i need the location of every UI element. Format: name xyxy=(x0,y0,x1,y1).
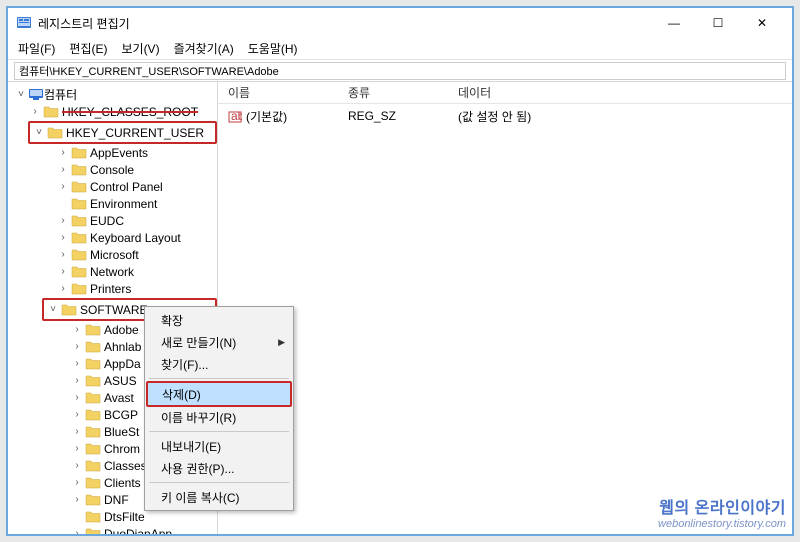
folder-icon xyxy=(71,265,87,278)
folder-icon xyxy=(85,425,101,438)
watermark-title: 웹의 온라인이야기 xyxy=(658,494,786,518)
folder-icon xyxy=(71,197,87,210)
folder-icon xyxy=(85,510,101,523)
context-menu: 확장 새로 만들기(N) 찾기(F)... 삭제(D) 이름 바꾸기(R) 내보… xyxy=(144,306,294,511)
tree-item[interactable]: ›Control Panel xyxy=(14,178,217,195)
svg-text:ab: ab xyxy=(231,110,242,123)
ctx-separator xyxy=(149,431,289,432)
col-name[interactable]: 이름 xyxy=(218,84,338,101)
string-value-icon: ab xyxy=(228,110,242,124)
ctx-delete[interactable]: 삭제(D) xyxy=(148,383,290,405)
folder-icon xyxy=(85,374,101,387)
folder-icon xyxy=(85,459,101,472)
watermark-url: webonlinestory.tistory.com xyxy=(658,518,786,530)
ctx-expand[interactable]: 확장 xyxy=(147,309,291,331)
folder-icon xyxy=(85,493,101,506)
menu-file[interactable]: 파일(F) xyxy=(12,38,61,59)
ctx-separator xyxy=(149,482,289,483)
menu-bar: 파일(F) 편집(E) 보기(V) 즐겨찾기(A) 도움말(H) xyxy=(8,38,792,60)
folder-icon xyxy=(71,214,87,227)
menu-edit[interactable]: 편집(E) xyxy=(63,38,113,59)
list-header: 이름 종류 데이터 xyxy=(218,82,792,104)
menu-help[interactable]: 도움말(H) xyxy=(242,38,304,59)
tree-hkcu[interactable]: ˅HKEY_CURRENT_USER xyxy=(32,124,204,141)
folder-icon xyxy=(85,357,101,370)
ctx-separator xyxy=(149,378,289,379)
ctx-copykey[interactable]: 키 이름 복사(C) xyxy=(147,486,291,508)
folder-icon xyxy=(71,180,87,193)
close-button[interactable]: ✕ xyxy=(740,8,784,38)
tree-item[interactable]: ›EUDC xyxy=(14,212,217,229)
folder-icon xyxy=(71,146,87,159)
highlight-delete: 삭제(D) xyxy=(146,381,292,407)
folder-icon xyxy=(43,105,59,118)
ctx-export[interactable]: 내보내기(E) xyxy=(147,435,291,457)
title-bar: 레지스트리 편집기 — ☐ ✕ xyxy=(8,8,792,38)
folder-icon xyxy=(71,231,87,244)
highlight-hkcu: ˅HKEY_CURRENT_USER xyxy=(28,121,217,144)
folder-icon xyxy=(85,476,101,489)
regedit-icon xyxy=(16,15,32,31)
watermark: 웹의 온라인이야기 webonlinestory.tistory.com xyxy=(658,494,786,530)
tree-item[interactable]: ›DuoDianApp xyxy=(14,525,217,534)
tree-item[interactable]: ›Printers xyxy=(14,280,217,297)
folder-icon xyxy=(47,126,63,139)
list-row[interactable]: ab(기본값) REG_SZ (값 설정 안 됨) xyxy=(218,104,792,124)
tree-hkcr[interactable]: ›HKEY_CLASSES_ROOT xyxy=(14,103,217,120)
tree-item[interactable]: ›AppEvents xyxy=(14,144,217,161)
ctx-new[interactable]: 새로 만들기(N) xyxy=(147,331,291,353)
folder-icon xyxy=(85,323,101,336)
tree-software[interactable]: ˅SOFTWARE xyxy=(46,301,148,318)
folder-icon xyxy=(85,408,101,421)
tree-item[interactable]: ›Console xyxy=(14,161,217,178)
col-data[interactable]: 데이터 xyxy=(448,84,501,101)
tree-item[interactable]: ›Microsoft xyxy=(14,246,217,263)
folder-icon xyxy=(61,303,77,316)
address-bar xyxy=(8,60,792,82)
folder-icon xyxy=(71,248,87,261)
window-title: 레지스트리 편집기 xyxy=(38,15,652,32)
folder-icon xyxy=(85,442,101,455)
folder-icon xyxy=(71,163,87,176)
maximize-button[interactable]: ☐ xyxy=(696,8,740,38)
menu-view[interactable]: 보기(V) xyxy=(115,38,165,59)
computer-icon xyxy=(28,88,44,101)
tree-item[interactable]: ›Keyboard Layout xyxy=(14,229,217,246)
ctx-rename[interactable]: 이름 바꾸기(R) xyxy=(147,406,291,428)
tree-item[interactable]: ›Network xyxy=(14,263,217,280)
ctx-permissions[interactable]: 사용 권한(P)... xyxy=(147,457,291,479)
folder-icon xyxy=(71,282,87,295)
tree-root[interactable]: ˅ 컴퓨터 xyxy=(14,86,217,103)
folder-icon xyxy=(85,340,101,353)
ctx-find[interactable]: 찾기(F)... xyxy=(147,353,291,375)
menu-favorites[interactable]: 즐겨찾기(A) xyxy=(168,38,240,59)
folder-icon xyxy=(85,391,101,404)
minimize-button[interactable]: — xyxy=(652,8,696,38)
folder-icon xyxy=(85,527,101,534)
col-type[interactable]: 종류 xyxy=(338,84,448,101)
address-input[interactable] xyxy=(14,62,786,80)
tree-item[interactable]: Environment xyxy=(14,195,217,212)
value-list[interactable]: 이름 종류 데이터 ab(기본값) REG_SZ (값 설정 안 됨) xyxy=(218,82,792,534)
